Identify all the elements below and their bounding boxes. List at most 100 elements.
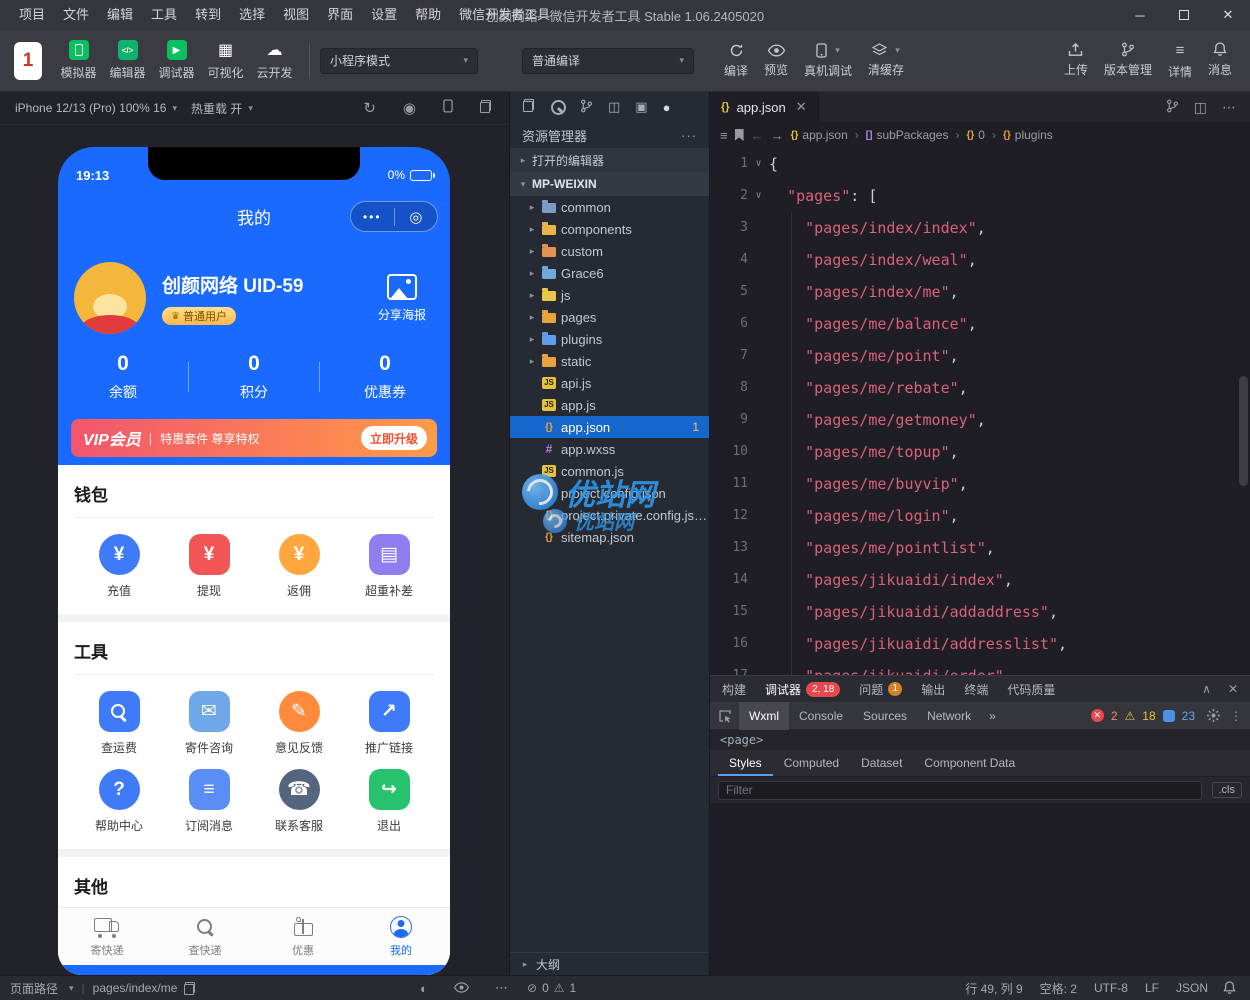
menu-item[interactable]: 转到 — [186, 0, 230, 30]
points-stat[interactable]: 0 积分 — [189, 352, 319, 402]
coupons-stat[interactable]: 0 优惠券 — [320, 352, 450, 402]
files-icon[interactable] — [523, 99, 534, 115]
tree-file[interactable]: {}project.private.config.js… — [510, 504, 709, 526]
style-tab[interactable]: Dataset — [850, 750, 913, 776]
eye-icon[interactable] — [454, 981, 469, 996]
grid-item[interactable]: 查运费 — [74, 691, 164, 753]
nav-forward-icon[interactable]: → — [771, 128, 784, 143]
page-path-value[interactable]: pages/index/me — [93, 981, 196, 995]
more-menu-icon[interactable]: ••• — [351, 212, 394, 222]
layout-icon[interactable]: ◫ — [608, 99, 620, 115]
grid-item[interactable]: ¥提现 — [164, 534, 254, 596]
details-button[interactable]: ≡ 详情 — [1160, 42, 1200, 80]
grid-item[interactable]: ▤超重补差 — [344, 534, 434, 596]
multi-window-icon[interactable] — [480, 100, 491, 117]
notification-bell-icon[interactable] — [1223, 976, 1236, 1000]
grid-item[interactable]: ¥返佣 — [254, 534, 344, 596]
tree-file[interactable]: JSapi.js — [510, 372, 709, 394]
grid-item[interactable]: ↪退出 — [344, 769, 434, 831]
menu-item[interactable]: 文件 — [54, 0, 98, 30]
compile-button[interactable]: 编译 — [716, 43, 756, 79]
tabbar-item[interactable]: 寄快递 — [58, 908, 156, 965]
menu-item[interactable]: 编辑 — [98, 0, 142, 30]
elements-tree[interactable]: <page> — [710, 730, 1250, 750]
panel-tab[interactable]: 构建 — [722, 681, 746, 698]
grid-item[interactable]: ☎联系客服 — [254, 769, 344, 831]
tree-file[interactable]: #app.wxss — [510, 438, 709, 460]
outline-section[interactable]: ▸ 大纲 — [510, 952, 709, 975]
grid-item[interactable]: ¥充值 — [74, 534, 164, 596]
tree-folder[interactable]: ▸plugins — [510, 328, 709, 350]
tree-folder[interactable]: ▸js — [510, 284, 709, 306]
panel-tab[interactable]: 终端 — [964, 681, 988, 698]
grid-item[interactable]: ?帮助中心 — [74, 769, 164, 831]
search-icon[interactable] — [549, 98, 565, 117]
contrast-icon[interactable]: ◐ — [420, 981, 428, 996]
status-dot-icon[interactable]: ● — [663, 100, 671, 115]
close-panel-icon[interactable]: ✕ — [1228, 682, 1238, 696]
tabbar-item[interactable]: 查快递 — [156, 908, 254, 965]
style-tab[interactable]: Component Data — [913, 750, 1026, 776]
editor-toggle-button[interactable]: </> 编辑器 — [103, 40, 152, 81]
devtools-tab[interactable]: Sources — [853, 702, 917, 730]
tree-file[interactable]: {}sitemap.json — [510, 526, 709, 548]
grid-item[interactable]: ≡订阅消息 — [164, 769, 254, 831]
devtools-settings-icon[interactable] — [1207, 709, 1220, 722]
record-icon[interactable]: ◉ — [403, 99, 416, 117]
menu-item[interactable]: 选择 — [230, 0, 274, 30]
devtools-tab[interactable]: Network — [917, 702, 981, 730]
preview-button[interactable]: 预览 — [756, 44, 796, 78]
panel-tab[interactable]: 代码质量 — [1007, 681, 1055, 698]
package-icon[interactable]: ▣ — [635, 99, 647, 115]
tree-folder[interactable]: ▸static — [510, 350, 709, 372]
editor-scrollbar[interactable] — [1239, 376, 1248, 486]
editor-more-icon[interactable]: ⋯ — [1222, 99, 1236, 116]
filter-input[interactable] — [718, 781, 1202, 800]
breadcrumb-item[interactable]: {}plugins — [1003, 128, 1053, 142]
status-item[interactable]: JSON — [1176, 981, 1208, 995]
visualizer-toggle-button[interactable]: ▦ 可视化 — [201, 40, 250, 81]
bookmark-icon[interactable] — [735, 129, 744, 141]
panel-tab[interactable]: 输出 — [921, 681, 945, 698]
inspect-element-icon[interactable] — [718, 709, 732, 723]
tabbar-item[interactable]: 优惠 — [254, 908, 352, 965]
tree-folder[interactable]: ▸Grace6 — [510, 262, 709, 284]
status-item[interactable]: 行 49, 列 9 — [965, 980, 1022, 997]
tree-folder[interactable]: ▸components — [510, 218, 709, 240]
menu-item[interactable]: 视图 — [274, 0, 318, 30]
grid-item[interactable]: ✉寄件咨询 — [164, 691, 254, 753]
editor-tab-appjson[interactable]: {} app.json ✕ — [710, 92, 819, 122]
grid-item[interactable]: ✎意见反馈 — [254, 691, 344, 753]
console-counts[interactable]: ✕2 ⚠18 23 — [1091, 709, 1195, 723]
device-frame-icon[interactable] — [443, 99, 453, 117]
tree-folder[interactable]: ▸pages — [510, 306, 709, 328]
menu-item[interactable]: 界面 — [318, 0, 362, 30]
hot-reload-toggle[interactable]: 热重载 开▾ — [184, 96, 260, 120]
style-tab[interactable]: Styles — [718, 750, 773, 776]
vip-banner[interactable]: VIP会员 | 特惠套件 尊享特权 立即升级 — [71, 419, 437, 457]
breadcrumb-item[interactable]: {}app.json — [791, 128, 848, 142]
menu-item[interactable]: 设置 — [362, 0, 406, 30]
git-branch-icon[interactable] — [580, 99, 593, 116]
compare-icon[interactable] — [1166, 99, 1179, 116]
breadcrumb-item[interactable]: []subPackages — [866, 128, 949, 142]
cls-toggle[interactable]: .cls — [1212, 782, 1243, 798]
sim-more-icon[interactable]: ⋯ — [495, 980, 508, 996]
page-path-select[interactable]: 页面路径 ▾ — [10, 980, 74, 997]
remote-debug-button[interactable]: ▾ 真机调试 — [796, 43, 860, 79]
style-tab[interactable]: Computed — [773, 750, 850, 776]
panel-tab[interactable]: 调试器2, 18 — [765, 681, 840, 698]
collapse-panel-icon[interactable]: ∧ — [1202, 682, 1211, 696]
tree-folder[interactable]: ▸common — [510, 196, 709, 218]
balance-stat[interactable]: 0 余额 — [58, 352, 188, 402]
devtools-tab[interactable]: Wxml — [739, 702, 789, 730]
breadcrumb-item[interactable]: {}0 — [966, 128, 984, 142]
share-poster-button[interactable]: 分享海报 — [378, 274, 426, 323]
debugger-toggle-button[interactable]: ▶ 调试器 — [152, 40, 201, 81]
fold-marker[interactable]: ∨ — [748, 148, 769, 180]
page-element[interactable]: <page> — [720, 733, 763, 747]
status-item[interactable]: UTF-8 — [1094, 981, 1128, 995]
split-editor-icon[interactable]: ◫ — [1194, 99, 1207, 116]
messages-button[interactable]: 消息 — [1200, 42, 1240, 80]
tree-file[interactable]: JSapp.js — [510, 394, 709, 416]
